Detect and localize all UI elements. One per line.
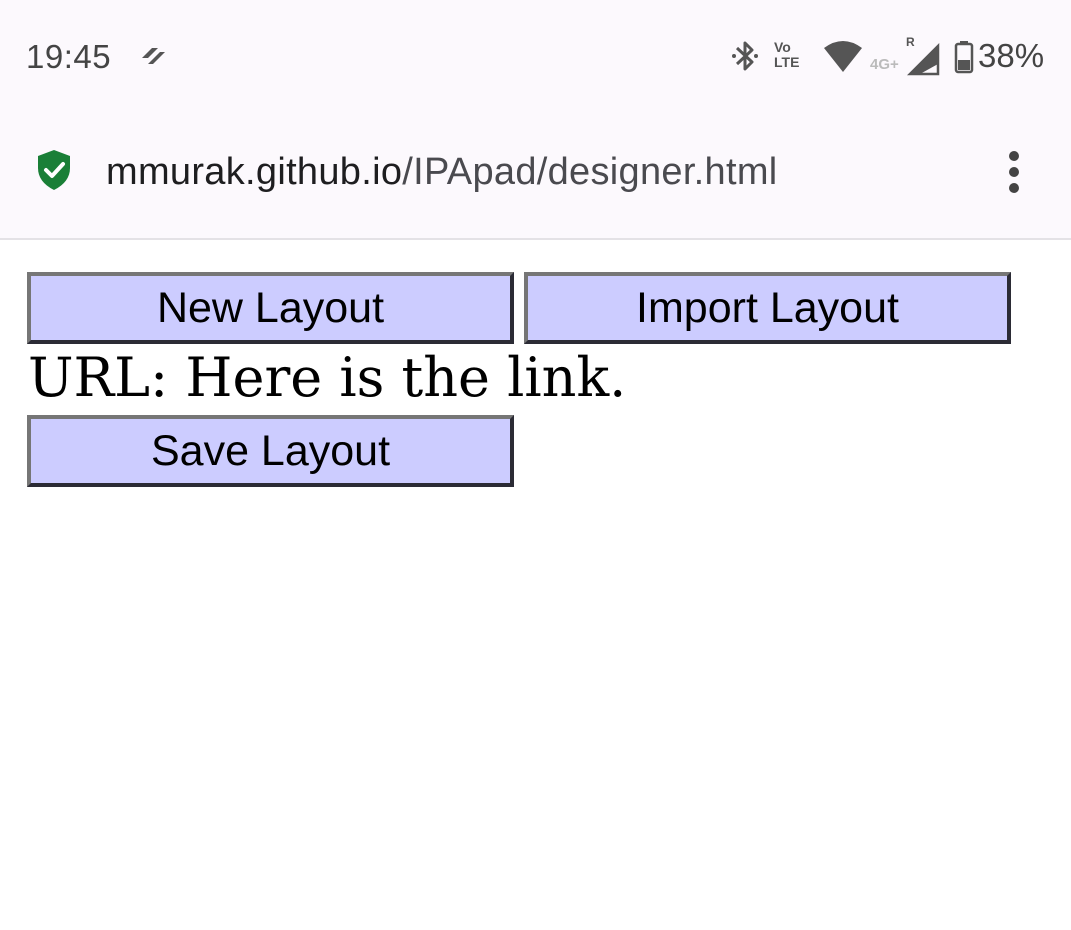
url-prefix: URL:: [28, 346, 186, 409]
url-line: URL: Here is the link.: [28, 346, 626, 409]
page-content: New Layout Import Layout URL: Here is th…: [0, 242, 1071, 930]
network-type-label: 4G+: [870, 56, 899, 73]
import-layout-button[interactable]: Import Layout: [524, 272, 1011, 344]
volte-label-bottom: LTE: [774, 54, 800, 70]
layout-link[interactable]: Here is the link.: [185, 346, 626, 409]
cellular-signal-icon: R: [906, 35, 940, 76]
overflow-menu-icon[interactable]: [998, 148, 1030, 194]
url-text[interactable]: mmurak.github.io/IPApad/designer.html: [106, 151, 778, 194]
notification-icon: [138, 44, 168, 70]
volte-label-top: Vo: [774, 39, 791, 55]
volte-icon: Vo LTE: [774, 40, 812, 74]
status-time: 19:45: [26, 38, 112, 75]
battery-percentage: 38%: [978, 37, 1045, 74]
url-path: /IPApad/designer.html: [402, 151, 778, 193]
shield-check-icon[interactable]: [35, 148, 73, 192]
save-layout-button[interactable]: Save Layout: [27, 415, 514, 487]
url-host: mmurak.github.io: [106, 151, 403, 193]
new-layout-button[interactable]: New Layout: [27, 272, 514, 344]
bluetooth-icon: [730, 38, 760, 74]
status-bar: 19:45 Vo LTE 4G+ R 38%: [0, 0, 1071, 112]
browser-address-bar[interactable]: mmurak.github.io/IPApad/designer.html: [0, 112, 1071, 240]
wifi-icon: [822, 40, 864, 74]
roaming-label: R: [906, 36, 915, 49]
battery-icon: [954, 40, 974, 74]
